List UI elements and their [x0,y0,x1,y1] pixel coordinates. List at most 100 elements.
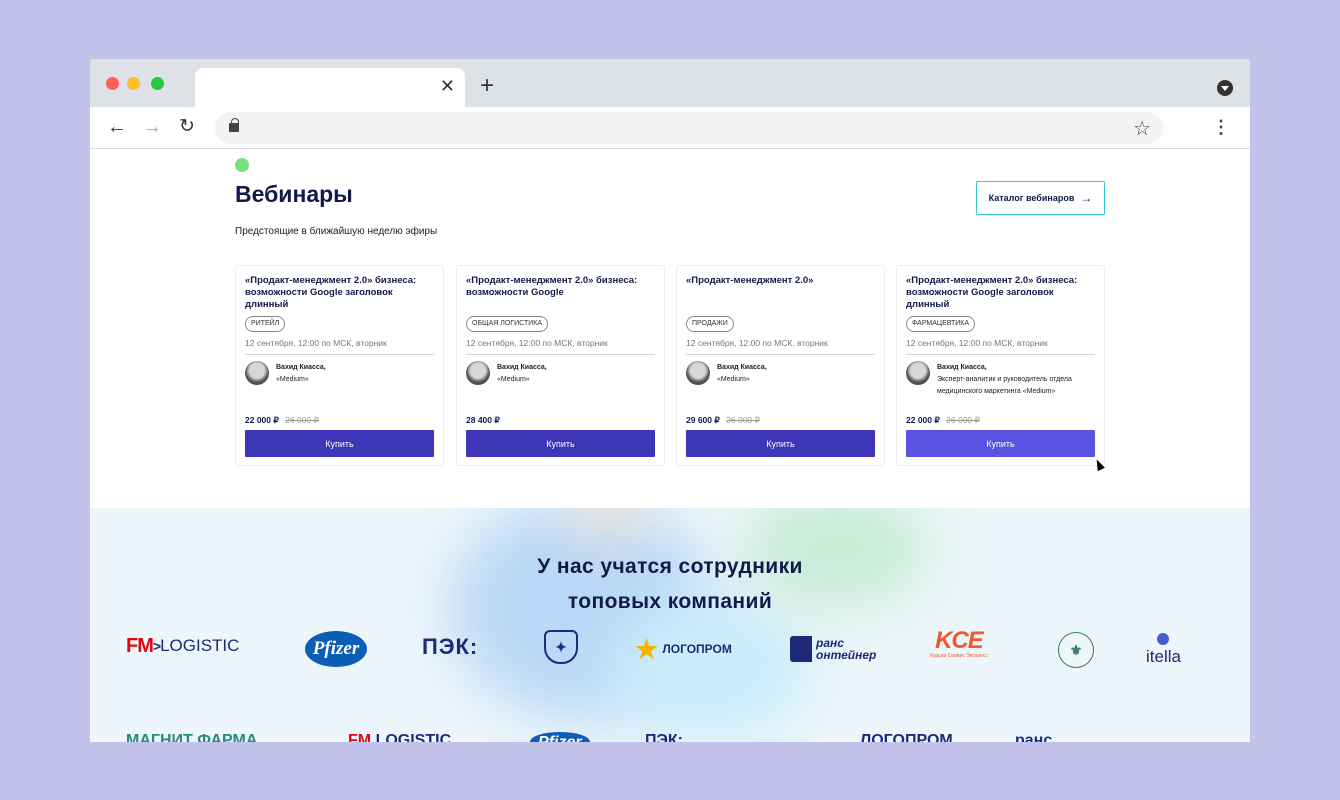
browser-tab[interactable]: ✕ [195,68,465,107]
tab-bar: ✕ + [90,59,1250,107]
webinar-title[interactable]: «Продакт-менеджмент 2.0» бизнеса: возмож… [245,275,435,311]
category-tag[interactable]: ПРОДАЖИ [686,316,734,332]
reload-button[interactable]: ↻ [179,115,195,139]
transcontainer-line-2: онтейнер [816,648,877,662]
webinar-card: «Продакт-менеджмент 2.0» бизнеса: возмож… [456,265,665,466]
webinar-title[interactable]: «Продакт-менеджмент 2.0» бизнеса: возмож… [466,275,656,299]
decorative-gradient [610,598,810,738]
bookmark-star-icon[interactable]: ☆ [1133,116,1151,141]
speaker-name: Вахид Киасса, [497,364,547,371]
fm-logistic-logo: FM > LOGISTIC [126,634,240,657]
webinar-date: 12 сентября, 12:00 по МСК, вторник [686,338,828,348]
speaker-name: Вахид Киасса, [717,364,767,371]
itella-logo: itella [1146,630,1181,670]
price: 22 000 ₽ [245,415,279,425]
kce-logo-subtitle: Курьер Сервис Экспресс [930,653,988,659]
kce-logo-text: KCE [935,627,984,654]
fm-logo-brand: FM [348,732,372,742]
speaker-info: Вахид Киасса, «Medium» [497,362,657,386]
clients-title-line-1: У нас учатся сотрудники [537,555,803,578]
webinar-catalog-button[interactable]: Каталог вебинаров → [976,181,1105,215]
speaker-info: Вахид Киасса, «Medium» [276,362,436,386]
transcontainer-mark-icon [790,636,812,662]
new-tab-button[interactable]: + [480,74,494,98]
webinar-card: «Продакт-менеджмент 2.0» бизнеса: возмож… [896,265,1105,466]
divider [245,354,434,355]
magnit-logo-subtitle: ФАРМА [197,732,258,742]
old-price: 26 000 ₽ [726,415,760,425]
browser-toolbar: ← → ↻ ☆ ⋮ [90,107,1250,149]
clients-title: У нас учатся сотрудники топовых компаний [90,549,1250,619]
emblem-logo-icon: ✦ [544,630,578,664]
buy-button[interactable]: Купить [466,430,655,457]
forward-button[interactable]: → [142,115,162,139]
fm-logo-text: LOGISTIC [375,732,452,742]
speaker-name: Вахид Киасса, [937,364,987,371]
pek-logo: ПЭК: [645,732,683,742]
speaker-info: Вахид Киасса, Эксперт-аналитик и руковод… [937,362,1097,398]
clients-section: У нас учатся сотрудники топовых компаний… [90,508,1250,742]
price-block: 29 600 ₽ 26 000 ₽ [686,415,760,426]
speaker-name: Вахид Киасса, [276,364,326,371]
speaker-info: Вахид Киасса, «Medium» [717,362,877,386]
pek-logo: ПЭК: [422,634,479,659]
transcontainer-logo: ранс онтейнер [790,634,876,664]
speaker-company: Эксперт-аналитик и руководитель отдела м… [937,376,1072,395]
close-tab-icon[interactable]: ✕ [440,76,455,96]
star-icon: ★ [635,634,659,664]
page-viewport: Вебинары Каталог вебинаров → Предстоящие… [90,149,1250,742]
speaker-company: «Medium» [497,376,530,383]
price-block: 22 000 ₽ 26 000 ₽ [906,415,980,426]
webinar-date: 12 сентября, 12:00 по МСК, вторник [245,338,387,348]
clients-title-line-2: топовых компаний [567,590,773,613]
address-bar[interactable]: ☆ [215,112,1163,144]
old-price: 26 000 ₽ [946,415,980,425]
divider [906,354,1095,355]
pfizer-logo: Pfizer [305,631,367,667]
browser-window: ✕ + ← → ↻ ☆ ⋮ Вебинары Каталог вебинаров… [90,59,1250,742]
magnit-pharma-logo: МАГНИТ ФАРМА [126,732,257,742]
webinar-title[interactable]: «Продакт-менеджмент 2.0» [686,275,876,287]
fm-logistic-logo: FM LOGISTIC [348,732,451,742]
kce-logo: KCE Курьер Сервис Экспресс [930,629,988,661]
buy-button[interactable]: Купить [906,430,1095,457]
maximize-window-button[interactable] [151,77,164,90]
pfizer-logo: Pfizer [530,732,590,742]
browser-menu-icon[interactable]: ⋮ [1212,115,1230,139]
tab-search-icon[interactable] [1217,80,1233,96]
speaker-avatar [686,361,710,385]
price: 22 000 ₽ [906,415,940,425]
close-window-button[interactable] [106,77,119,90]
buy-button[interactable]: Купить [686,430,875,457]
webinar-title[interactable]: «Продакт-менеджмент 2.0» бизнеса: возмож… [906,275,1096,311]
logoprom-logo: ЛОГОПРОМ [860,732,953,742]
divider [686,354,875,355]
magnit-logo-text: МАГНИТ [126,732,193,742]
price-block: 28 400 ₽ [466,415,500,426]
webinar-catalog-label: Каталог вебинаров [988,193,1075,203]
fm-logo-text: LOGISTIC [160,636,240,655]
logoprom-logo: ★ ЛОГОПРОМ [635,636,732,662]
webinar-date: 12 сентября, 12:00 по МСК, вторник [466,338,608,348]
category-tag[interactable]: РИТЕЙЛ [245,316,286,332]
category-tag[interactable]: ФАРМАЦЕВТИКА [906,316,976,332]
lock-icon [229,118,239,132]
speaker-avatar [466,361,490,385]
itella-dot-icon [1157,633,1170,645]
speaker-company: «Medium» [276,376,309,383]
price: 29 600 ₽ [686,415,720,425]
round-emblem-logo-icon: ⚜ [1058,632,1094,668]
price-block: 22 000 ₽ 26 000 ₽ [245,415,319,426]
webinar-date: 12 сентября, 12:00 по МСК, вторник [906,338,1048,348]
transcontainer-logo: ранс [1015,732,1053,742]
minimize-window-button[interactable] [127,77,140,90]
back-button[interactable]: ← [107,115,127,139]
webinar-card: «Продакт-менеджмент 2.0» бизнеса: возмож… [235,265,444,466]
speaker-company: «Medium» [717,376,750,383]
category-tag[interactable]: ОБЩАЯ ЛОГИСТИКА [466,316,549,332]
webinar-card: «Продакт-менеджмент 2.0» ПРОДАЖИ 12 сент… [676,265,885,466]
old-price: 26 000 ₽ [285,415,319,425]
page-title: Вебинары [235,181,353,207]
speaker-avatar [245,361,269,385]
buy-button[interactable]: Купить [245,430,434,457]
